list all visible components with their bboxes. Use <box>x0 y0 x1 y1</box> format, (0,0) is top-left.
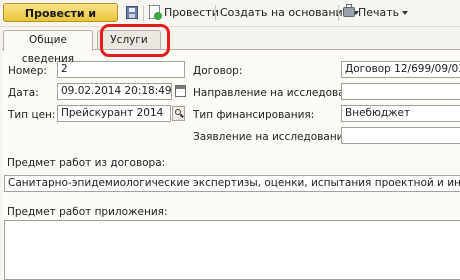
date-field[interactable]: 09.02.2014 20:18:49 <box>57 83 172 100</box>
financing-field[interactable]: Внебюджет <box>341 105 460 122</box>
calendar-icon[interactable] <box>175 85 186 97</box>
contract-label: Договор: <box>193 65 243 77</box>
post-button[interactable]: Провести <box>164 6 219 20</box>
toolbar-separator <box>338 5 339 21</box>
post-and-close-button[interactable]: Провести и закрыть <box>3 3 118 39</box>
application-label: Заявление на исследование: <box>193 131 354 143</box>
application-field[interactable] <box>341 127 460 144</box>
subject-contract-field[interactable]: Санитарно-эпидемиологические экспертизы,… <box>4 175 460 192</box>
search-icon[interactable] <box>172 106 185 121</box>
financing-label: Тип финансирования: <box>193 109 315 121</box>
toolbar: Провести и закрыть Провести Создать на о… <box>0 0 460 39</box>
subject-appendix-field[interactable] <box>4 220 460 280</box>
tab-highlight-ring <box>100 24 170 57</box>
toolbar-separator <box>143 5 144 21</box>
date-label: Дата: <box>8 87 39 99</box>
contract-field[interactable]: Договор 12/699/09/03 от <box>341 61 460 78</box>
post-icon[interactable] <box>149 5 162 20</box>
price-type-label: Тип цен: <box>8 109 56 121</box>
print-icon[interactable] <box>343 4 355 17</box>
print-button[interactable]: Печать <box>358 6 409 20</box>
number-field[interactable]: 2 <box>57 61 185 78</box>
subject-appendix-label: Предмет работ приложения: <box>7 206 168 218</box>
subject-contract-label: Предмет работ из договора: <box>7 157 166 169</box>
create-based-on-label: Создать на основании <box>220 6 350 19</box>
save-icon[interactable] <box>126 6 138 19</box>
dropdown-caret-icon <box>402 11 409 15</box>
referral-field[interactable] <box>341 83 460 100</box>
tab-general[interactable]: Общие сведения <box>3 30 93 65</box>
price-type-field[interactable]: Прейскурант 2014 <box>57 105 171 122</box>
print-label: Печать <box>358 6 400 19</box>
toolbar-separator <box>215 5 216 21</box>
